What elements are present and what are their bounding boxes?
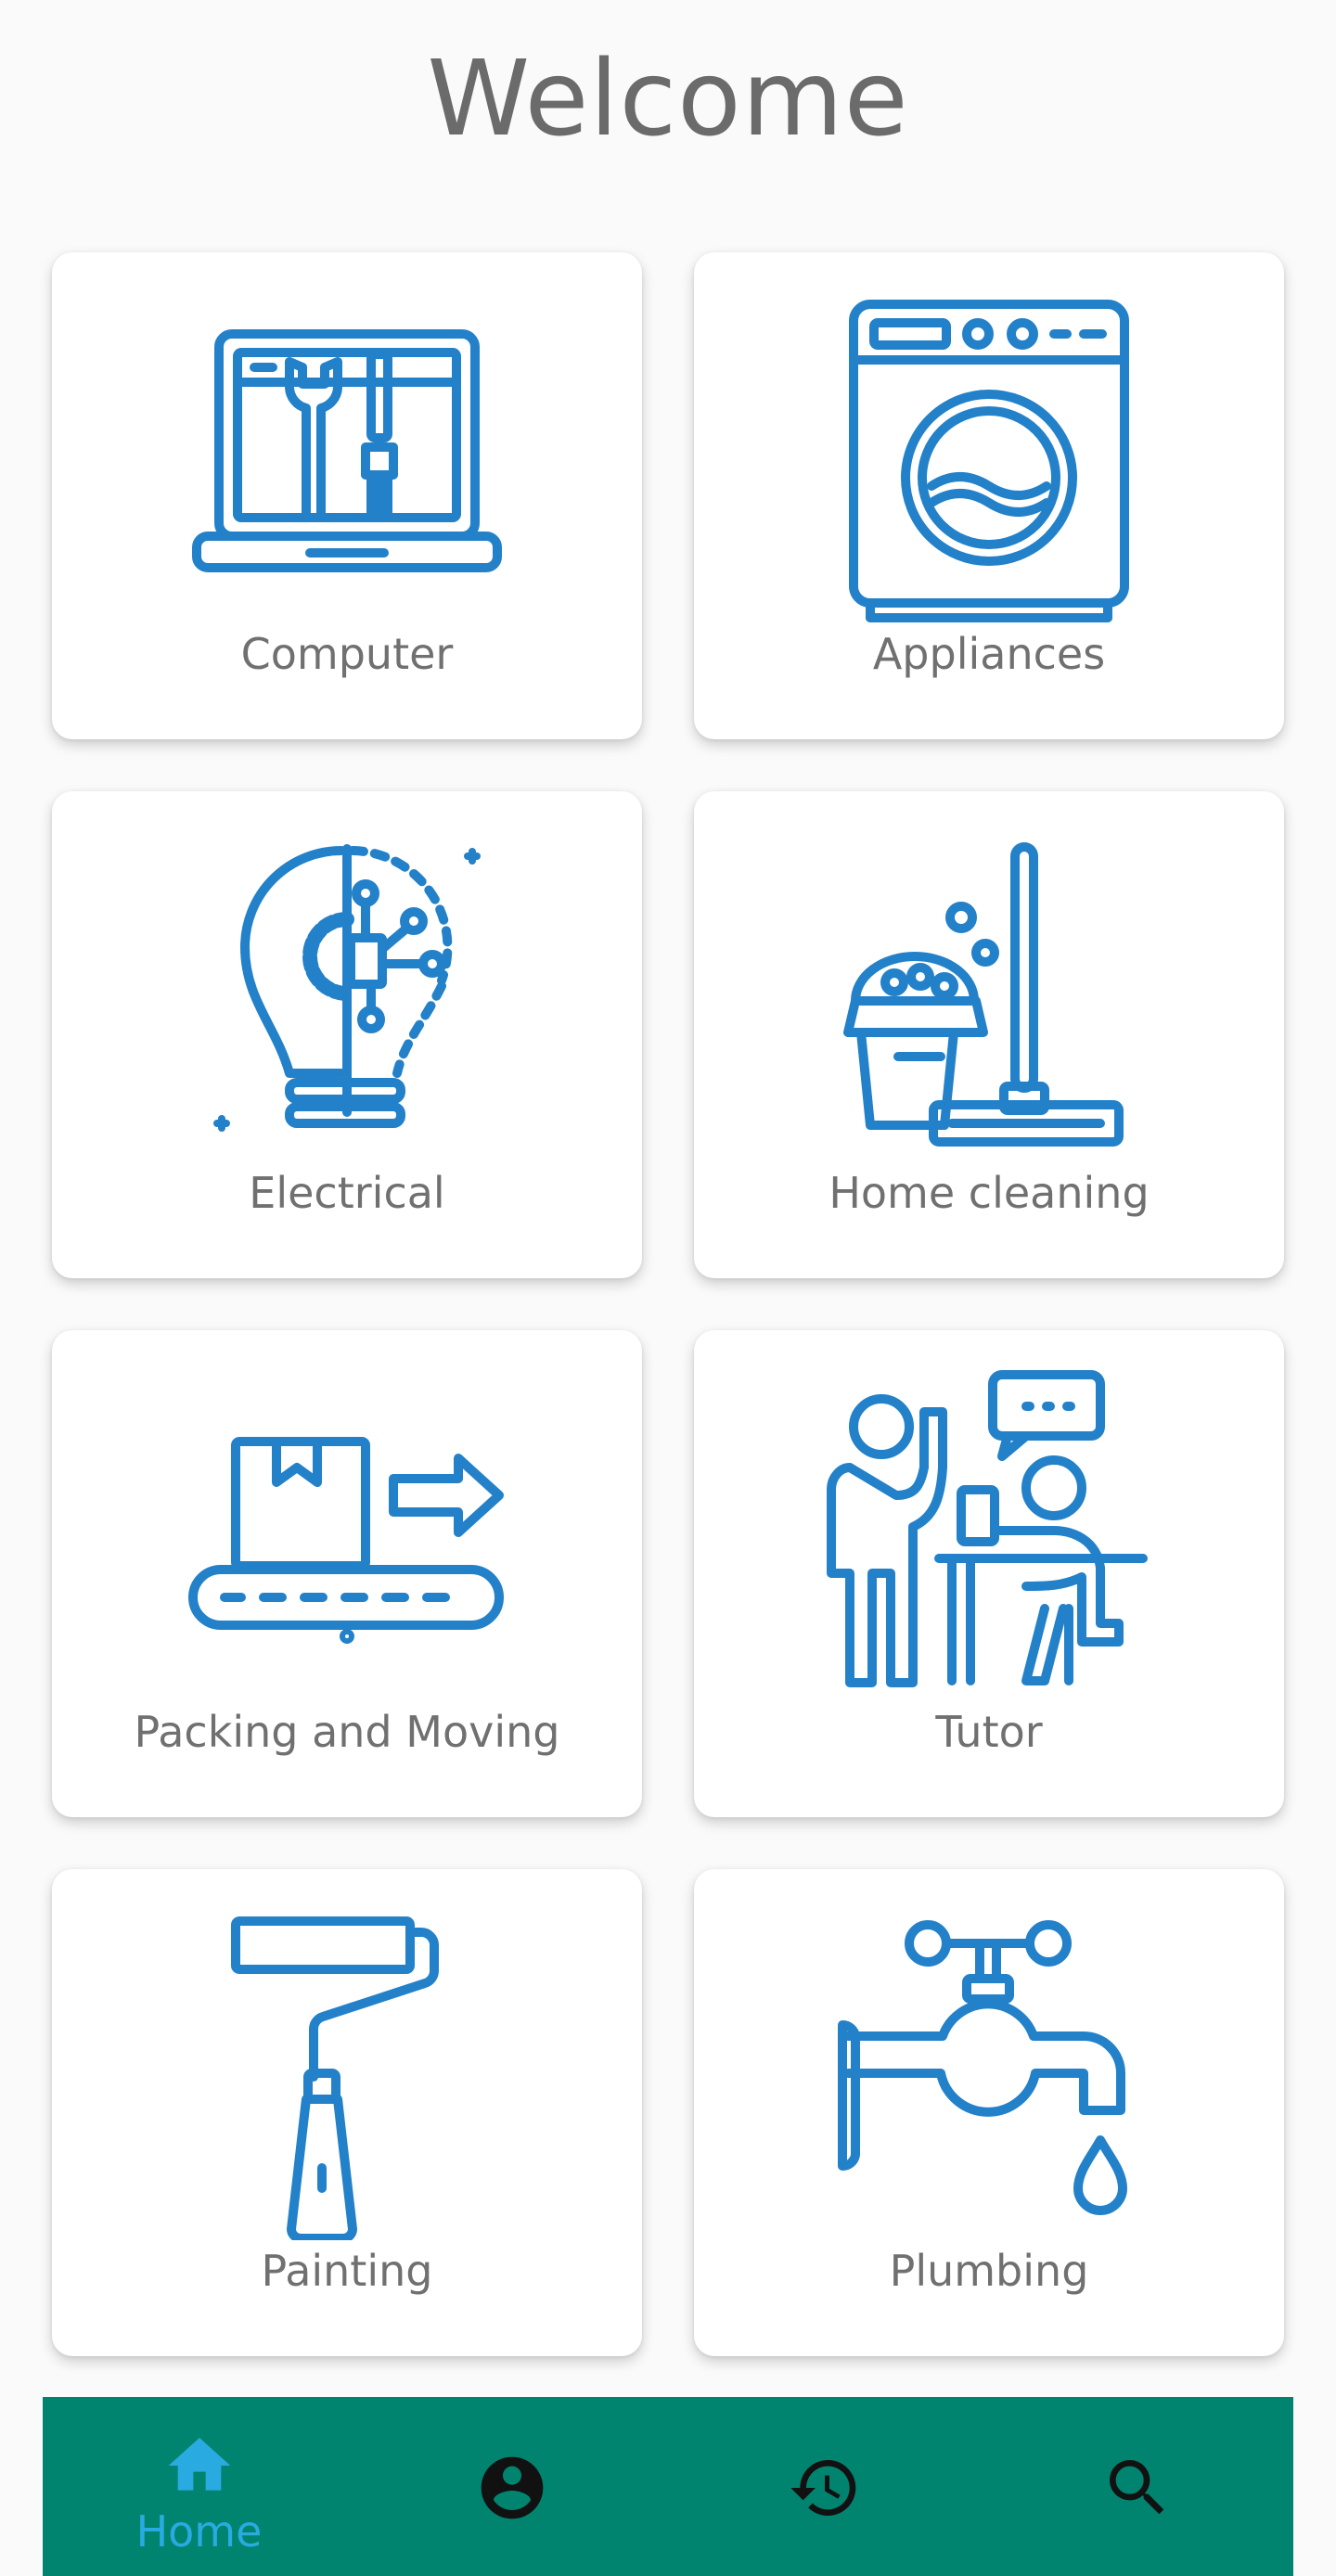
home-icon	[162, 2429, 237, 2503]
category-card-appliances[interactable]: Appliances	[694, 252, 1284, 739]
category-label: Computer	[240, 629, 454, 679]
category-label: Appliances	[872, 629, 1106, 679]
category-card-plumbing[interactable]: Plumbing	[694, 1869, 1284, 2356]
category-card-packing-moving[interactable]: Packing and Moving	[52, 1330, 642, 1817]
search-icon	[1100, 2451, 1175, 2525]
category-label: Electrical	[249, 1168, 445, 1218]
washing-machine-icon	[822, 289, 1156, 623]
category-grid: Computer Appliances Electrical Home clea…	[52, 252, 1284, 2356]
category-card-home-cleaning[interactable]: Home cleaning	[694, 791, 1284, 1278]
teacher-student-icon	[822, 1367, 1156, 1701]
nav-item-history[interactable]	[668, 2397, 981, 2576]
page-title: Welcome	[427, 39, 909, 160]
category-card-computer[interactable]: Computer	[52, 252, 642, 739]
faucet-icon	[822, 1906, 1156, 2240]
lightbulb-circuit-icon	[180, 828, 514, 1162]
category-label: Tutor	[935, 1707, 1043, 1757]
category-card-electrical[interactable]: Electrical	[52, 791, 642, 1278]
conveyor-box-icon	[180, 1367, 514, 1701]
category-label: Plumbing	[889, 2246, 1089, 2296]
account-icon	[475, 2451, 549, 2525]
laptop-tools-icon	[180, 289, 514, 623]
nav-item-home[interactable]: Home	[43, 2397, 355, 2576]
category-card-painting[interactable]: Painting	[52, 1869, 642, 2356]
paint-roller-icon	[180, 1906, 514, 2240]
category-label: Painting	[261, 2246, 433, 2296]
nav-item-account[interactable]	[355, 2397, 668, 2576]
mop-bucket-icon	[822, 828, 1156, 1162]
history-icon	[788, 2451, 862, 2525]
nav-item-search[interactable]	[981, 2397, 1293, 2576]
bottom-nav-bar: Home	[43, 2397, 1293, 2576]
category-label: Home cleaning	[829, 1168, 1150, 1218]
category-label: Packing and Moving	[134, 1707, 560, 1757]
nav-label: Home	[135, 2506, 263, 2557]
category-card-tutor[interactable]: Tutor	[694, 1330, 1284, 1817]
